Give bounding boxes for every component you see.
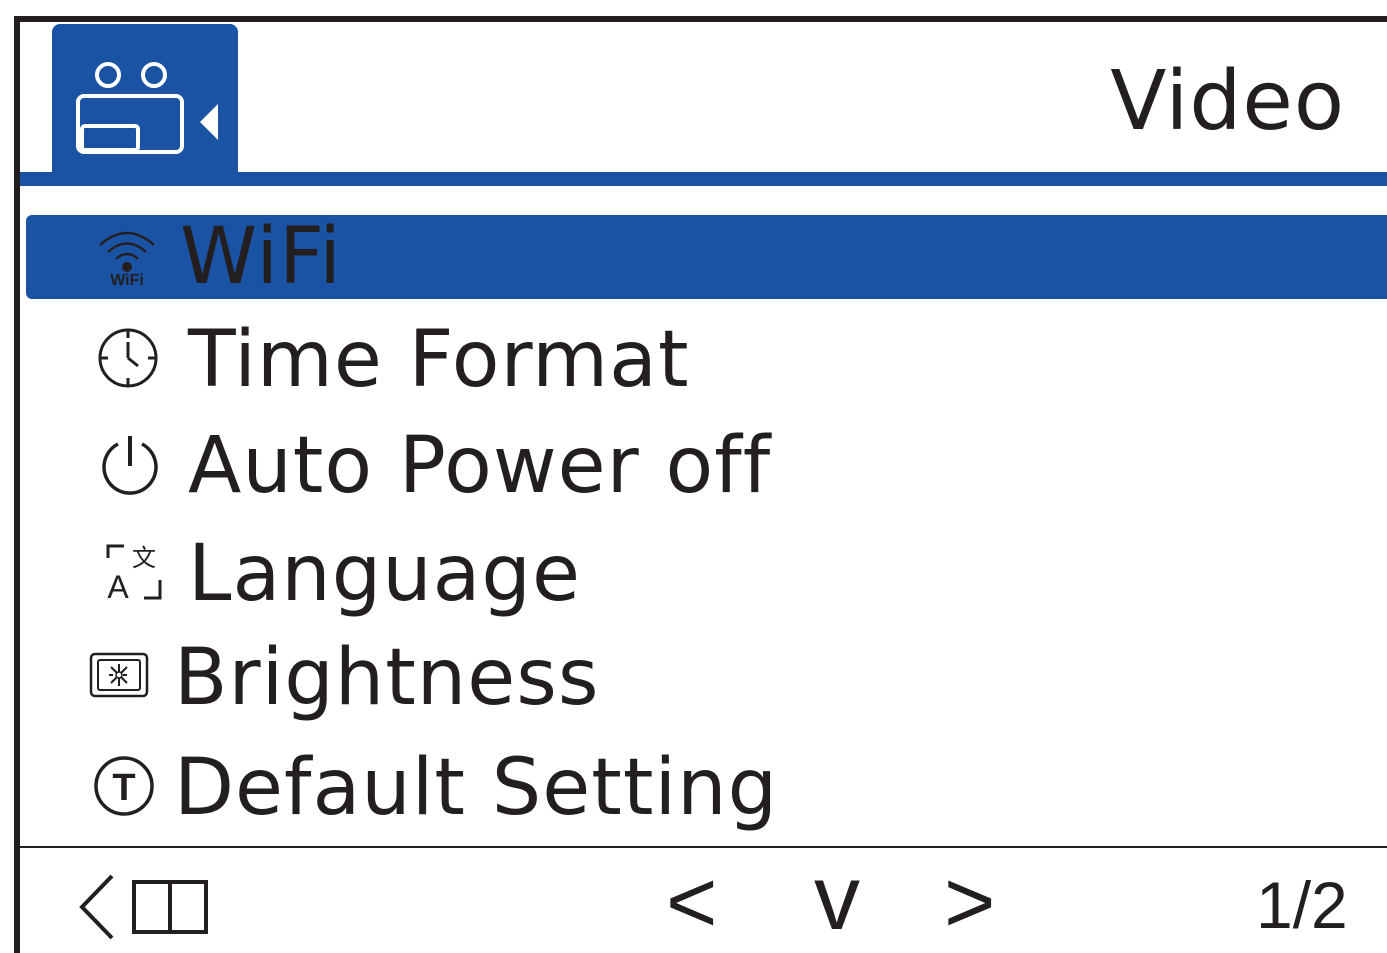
menu-item-wifi[interactable]: WiFi WiFi <box>26 212 1387 302</box>
menu-item-label: Time Format <box>188 315 690 405</box>
down-button[interactable]: v <box>814 852 860 944</box>
mode-tab-video[interactable] <box>52 24 238 174</box>
menu-item-label: WiFi <box>180 212 342 302</box>
prev-button[interactable]: < <box>666 858 717 946</box>
page-title: Video <box>1110 54 1345 149</box>
menu-item-label: Brightness <box>174 633 600 723</box>
menu-item-label: Auto Power off <box>188 421 772 511</box>
menu-item-label: Default Setting <box>174 743 779 833</box>
menu-item-auto-power-off[interactable]: Auto Power off <box>26 421 1387 511</box>
svg-text:A: A <box>107 569 129 604</box>
menu-item-label: Language <box>188 529 581 619</box>
wifi-icon: WiFi <box>92 223 162 291</box>
svg-text:WiFi: WiFi <box>110 272 144 287</box>
video-camera-icon <box>76 62 218 154</box>
frame-top-border <box>14 16 1387 22</box>
menu-item-language[interactable]: 文 A Language <box>26 529 1387 619</box>
back-button[interactable] <box>74 872 214 946</box>
next-button[interactable]: > <box>944 858 995 946</box>
menu-item-brightness[interactable]: Brightness <box>26 633 1387 723</box>
title-divider <box>20 172 1387 186</box>
svg-text:文: 文 <box>132 544 156 572</box>
frame-left-border <box>14 16 20 953</box>
back-icon <box>79 874 208 940</box>
menu-item-default-setting[interactable]: T Default Setting <box>26 743 1387 833</box>
svg-text:T: T <box>112 767 135 809</box>
menu-item-time-format[interactable]: Time Format <box>26 315 1387 405</box>
default-setting-icon: T <box>92 754 156 822</box>
page-indicator: 1/2 <box>1256 868 1348 942</box>
clock-icon <box>96 326 160 394</box>
language-icon: 文 A <box>102 540 166 608</box>
brightness-icon <box>88 650 150 706</box>
footer-divider <box>20 846 1387 848</box>
power-icon <box>98 432 162 500</box>
